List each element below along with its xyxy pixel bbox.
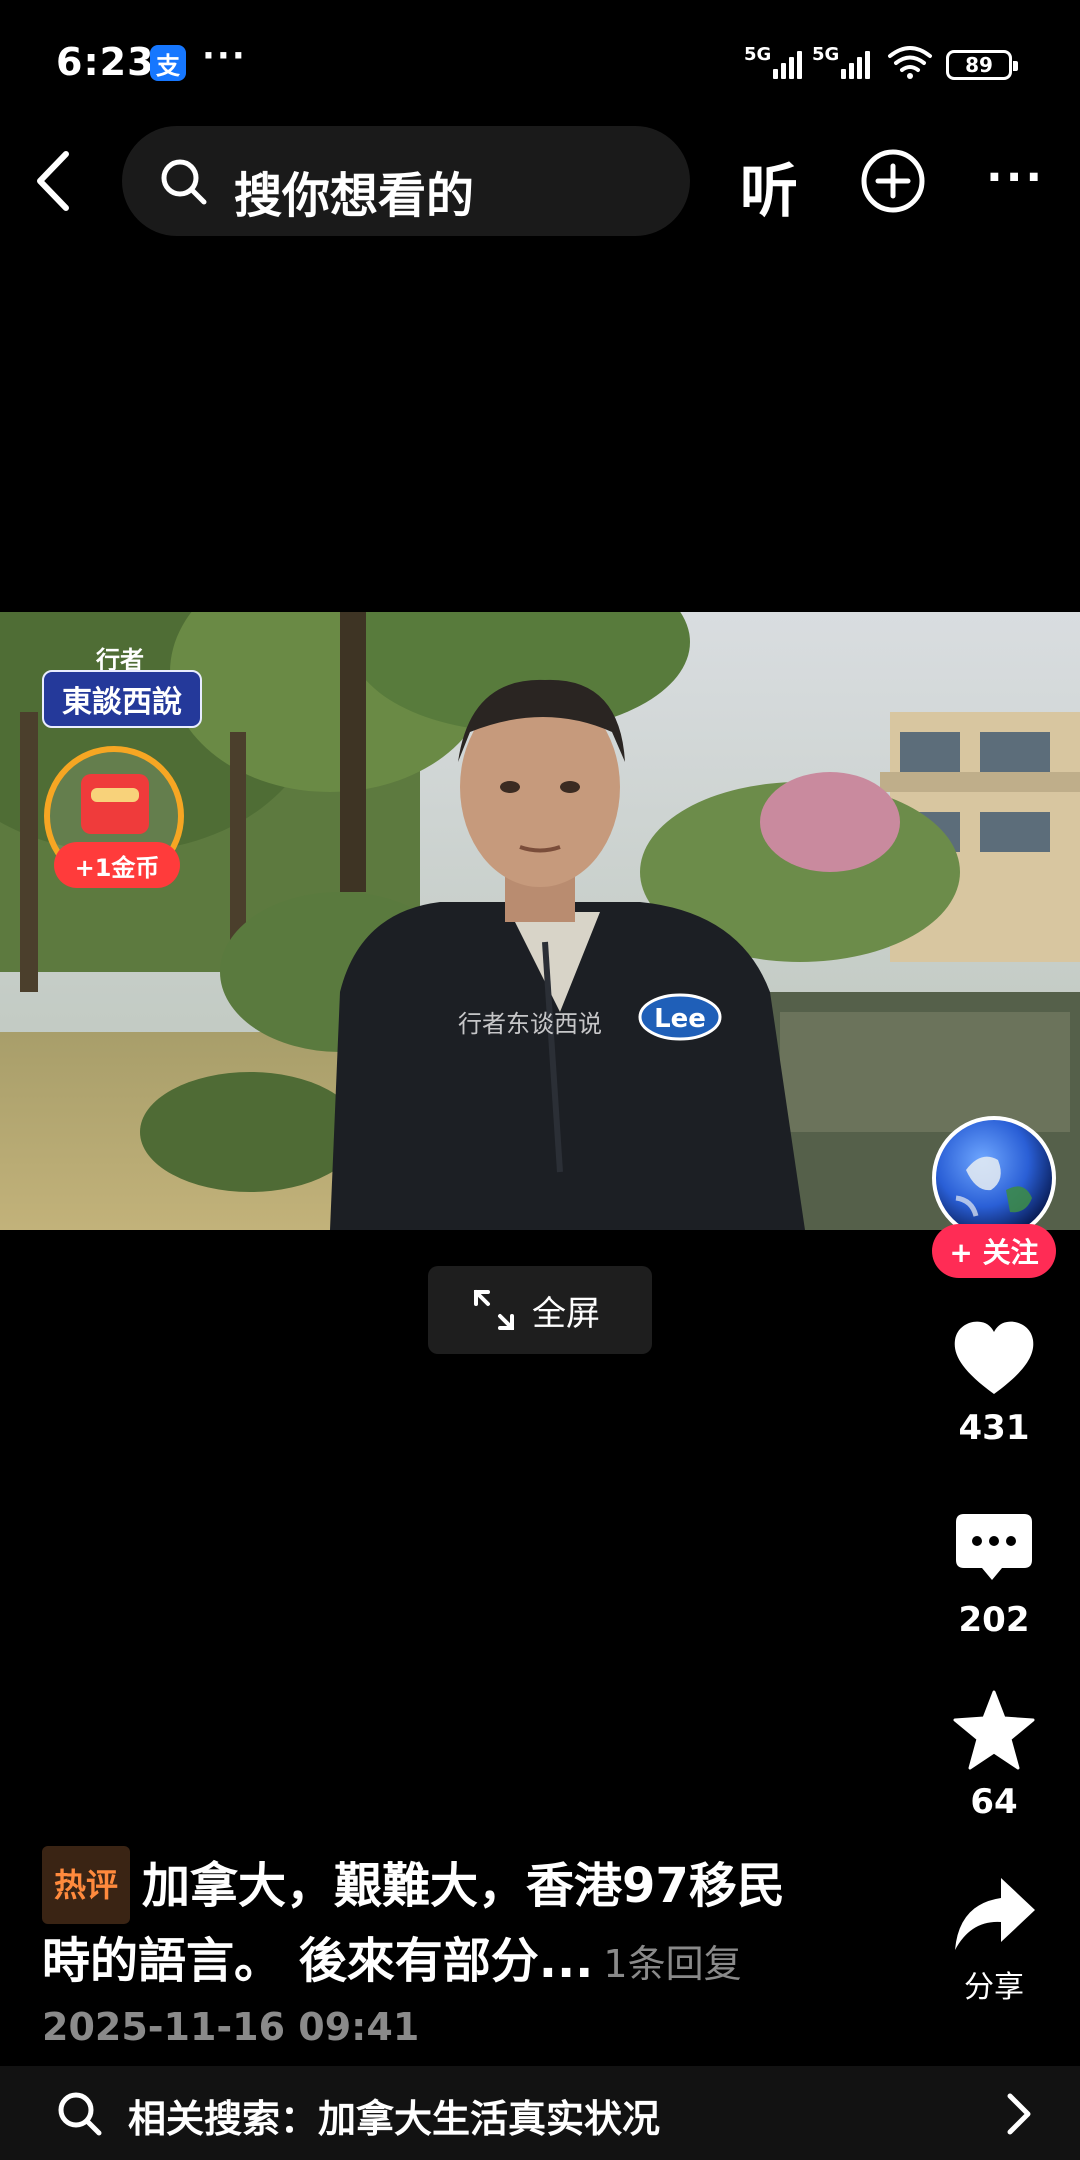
like-count: 431 [958,1408,1030,1448]
caption-text-1: 加拿大，艱難大，香港97移民 [142,1858,785,1914]
status-bar: 6:23 支 ··· 5G 5G 89 [0,0,1080,120]
battery-level: 89 [965,53,993,77]
share-label: 分享 [964,1970,1024,2005]
caption-text-2: 時的語言。 後來有部分... [42,1933,594,1989]
coin-reward-label: +1金币 [54,842,180,888]
like-button[interactable]: 431 [934,1318,1054,1448]
fullscreen-button[interactable]: 全屏 [428,1266,652,1354]
network-type-1: 5G [744,44,772,65]
channel-logo: 東談西說 [42,670,202,728]
caption-line-2: 時的語言。 後來有部分... 1条回复 [42,1924,902,2001]
red-envelope-icon [81,774,149,834]
listen-button[interactable]: 听 [740,144,798,228]
follow-button[interactable]: + 关注 [932,1224,1056,1278]
screen: 6:23 支 ··· 5G 5G 89 搜你想看的 听 ··· Lee 行者东谈… [0,0,1080,2160]
status-time: 6:23 [56,40,155,84]
share-icon [955,1878,1035,1950]
battery-indicator: 89 [946,50,1018,80]
search-icon [161,159,207,205]
add-icon[interactable] [860,148,926,214]
chevron-right-icon [1007,2093,1031,2135]
search-icon [58,2092,102,2136]
related-search-bar[interactable]: 相关搜索：加拿大生活真实状况 [0,2066,1080,2160]
related-search-text: 相关搜索：加拿大生活真实状况 [128,2097,661,2141]
share-button[interactable]: 分享 [934,1874,1054,2006]
star-icon [953,1690,1035,1770]
author-avatar[interactable] [932,1116,1056,1240]
comment-icon [956,1514,1032,1580]
signal-1-icon: 5G [744,44,803,79]
comment-button[interactable]: 202 [934,1510,1054,1640]
reply-count-link[interactable]: 1条回复 [603,1942,741,1986]
comment-caption[interactable]: 热评 加拿大，艱難大，香港97移民 時的語言。 後來有部分... 1条回复 2025… [42,1846,902,2049]
status-more-icon: ··· [202,36,247,76]
caption-line-1: 热评 加拿大，艱難大，香港97移民 [42,1846,902,1924]
search-input[interactable]: 搜你想看的 [122,126,690,236]
post-date: 2025-11-16 09:41 [42,2005,420,2049]
alipay-icon: 支 [150,45,186,81]
fullscreen-icon [474,1290,514,1330]
back-icon[interactable] [30,146,80,216]
favorite-button[interactable]: 64 [934,1688,1054,1822]
wifi-icon [888,46,932,79]
network-type-2: 5G [812,44,840,65]
hot-comment-tag: 热评 [42,1846,131,1924]
favorite-count: 64 [970,1782,1018,1822]
heart-icon [954,1321,1034,1394]
comment-count: 202 [958,1600,1030,1640]
fullscreen-label: 全屏 [532,1294,600,1334]
svg-text:Lee: Lee [654,1004,706,1034]
search-placeholder: 搜你想看的 [234,168,475,224]
signal-2-icon: 5G [812,44,871,79]
video-watermark: 行者东谈西说 [458,1010,602,1038]
more-options-button[interactable]: ··· [986,152,1045,203]
